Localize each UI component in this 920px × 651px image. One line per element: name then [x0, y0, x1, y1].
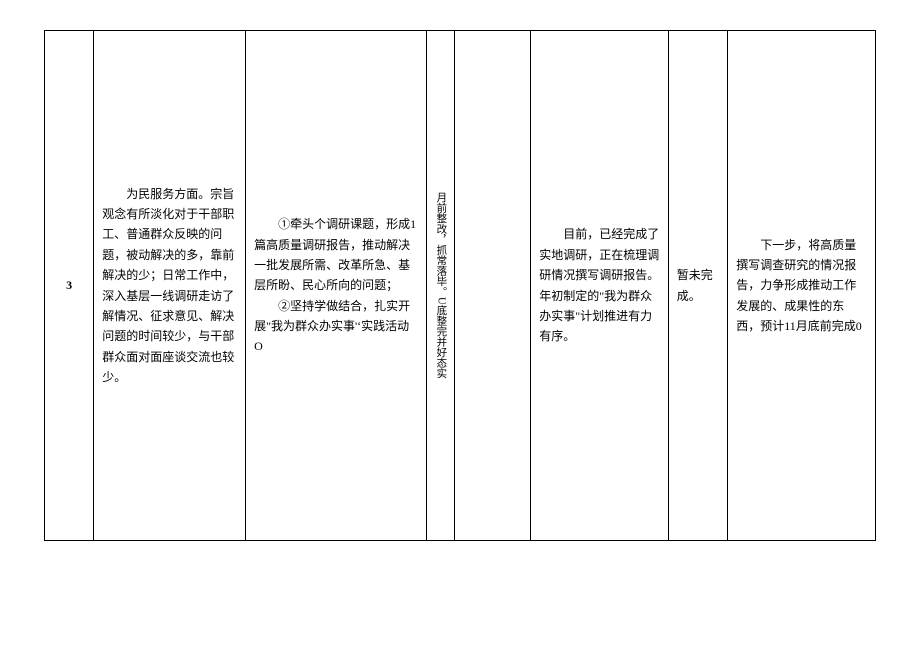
cell-progress: 目前，已经完成了实地调研，正在梳理调研情况撰写调研报告。年初制定的"我为群众办实…: [531, 31, 668, 541]
status-text: 暂未完成。: [677, 265, 720, 306]
cell-vertical: 月前整改，抓常落毕。U底整完并好态实: [426, 31, 455, 541]
cell-measure: ①牵头个调研课题，形成1篇高质量调研报告，推动解决一批发展所需、改革所急、基层所…: [246, 31, 427, 541]
measure-text-2: ②坚持学做结合，扎实开展"我为群众办实事'‘实践活动O: [254, 296, 418, 357]
progress-text: 目前，已经完成了实地调研，正在梳理调研情况撰写调研报告。年初制定的"我为群众办实…: [539, 224, 659, 346]
table-row: 3 为民服务方面。宗旨观念有所淡化对于干部职工、普通群众反映的问题，被动解决的多…: [45, 31, 876, 541]
cell-index: 3: [45, 31, 94, 541]
cell-status: 暂未完成。: [668, 31, 728, 541]
cell-next: 下一步，将高质量撰写调查研究的情况报告，力争形成推动工作发展的、成果性的东西，预…: [728, 31, 876, 541]
cell-blank: [455, 31, 531, 541]
plan-table: 3 为民服务方面。宗旨观念有所淡化对于干部职工、普通群众反映的问题，被动解决的多…: [44, 30, 876, 541]
problem-text: 为民服务方面。宗旨观念有所淡化对于干部职工、普通群众反映的问题，被动解决的多，靠…: [102, 184, 237, 388]
measure-text-1: ①牵头个调研课题，形成1篇高质量调研报告，推动解决一批发展所需、改革所急、基层所…: [254, 214, 418, 296]
cell-problem: 为民服务方面。宗旨观念有所淡化对于干部职工、普通群众反映的问题，被动解决的多，靠…: [94, 31, 246, 541]
vertical-text: 月前整改，抓常落毕。U底整完并好态实: [434, 37, 448, 534]
row-index: 3: [66, 278, 72, 292]
next-text: 下一步，将高质量撰写调查研究的情况报告，力争形成推动工作发展的、成果性的东西，预…: [736, 235, 867, 337]
